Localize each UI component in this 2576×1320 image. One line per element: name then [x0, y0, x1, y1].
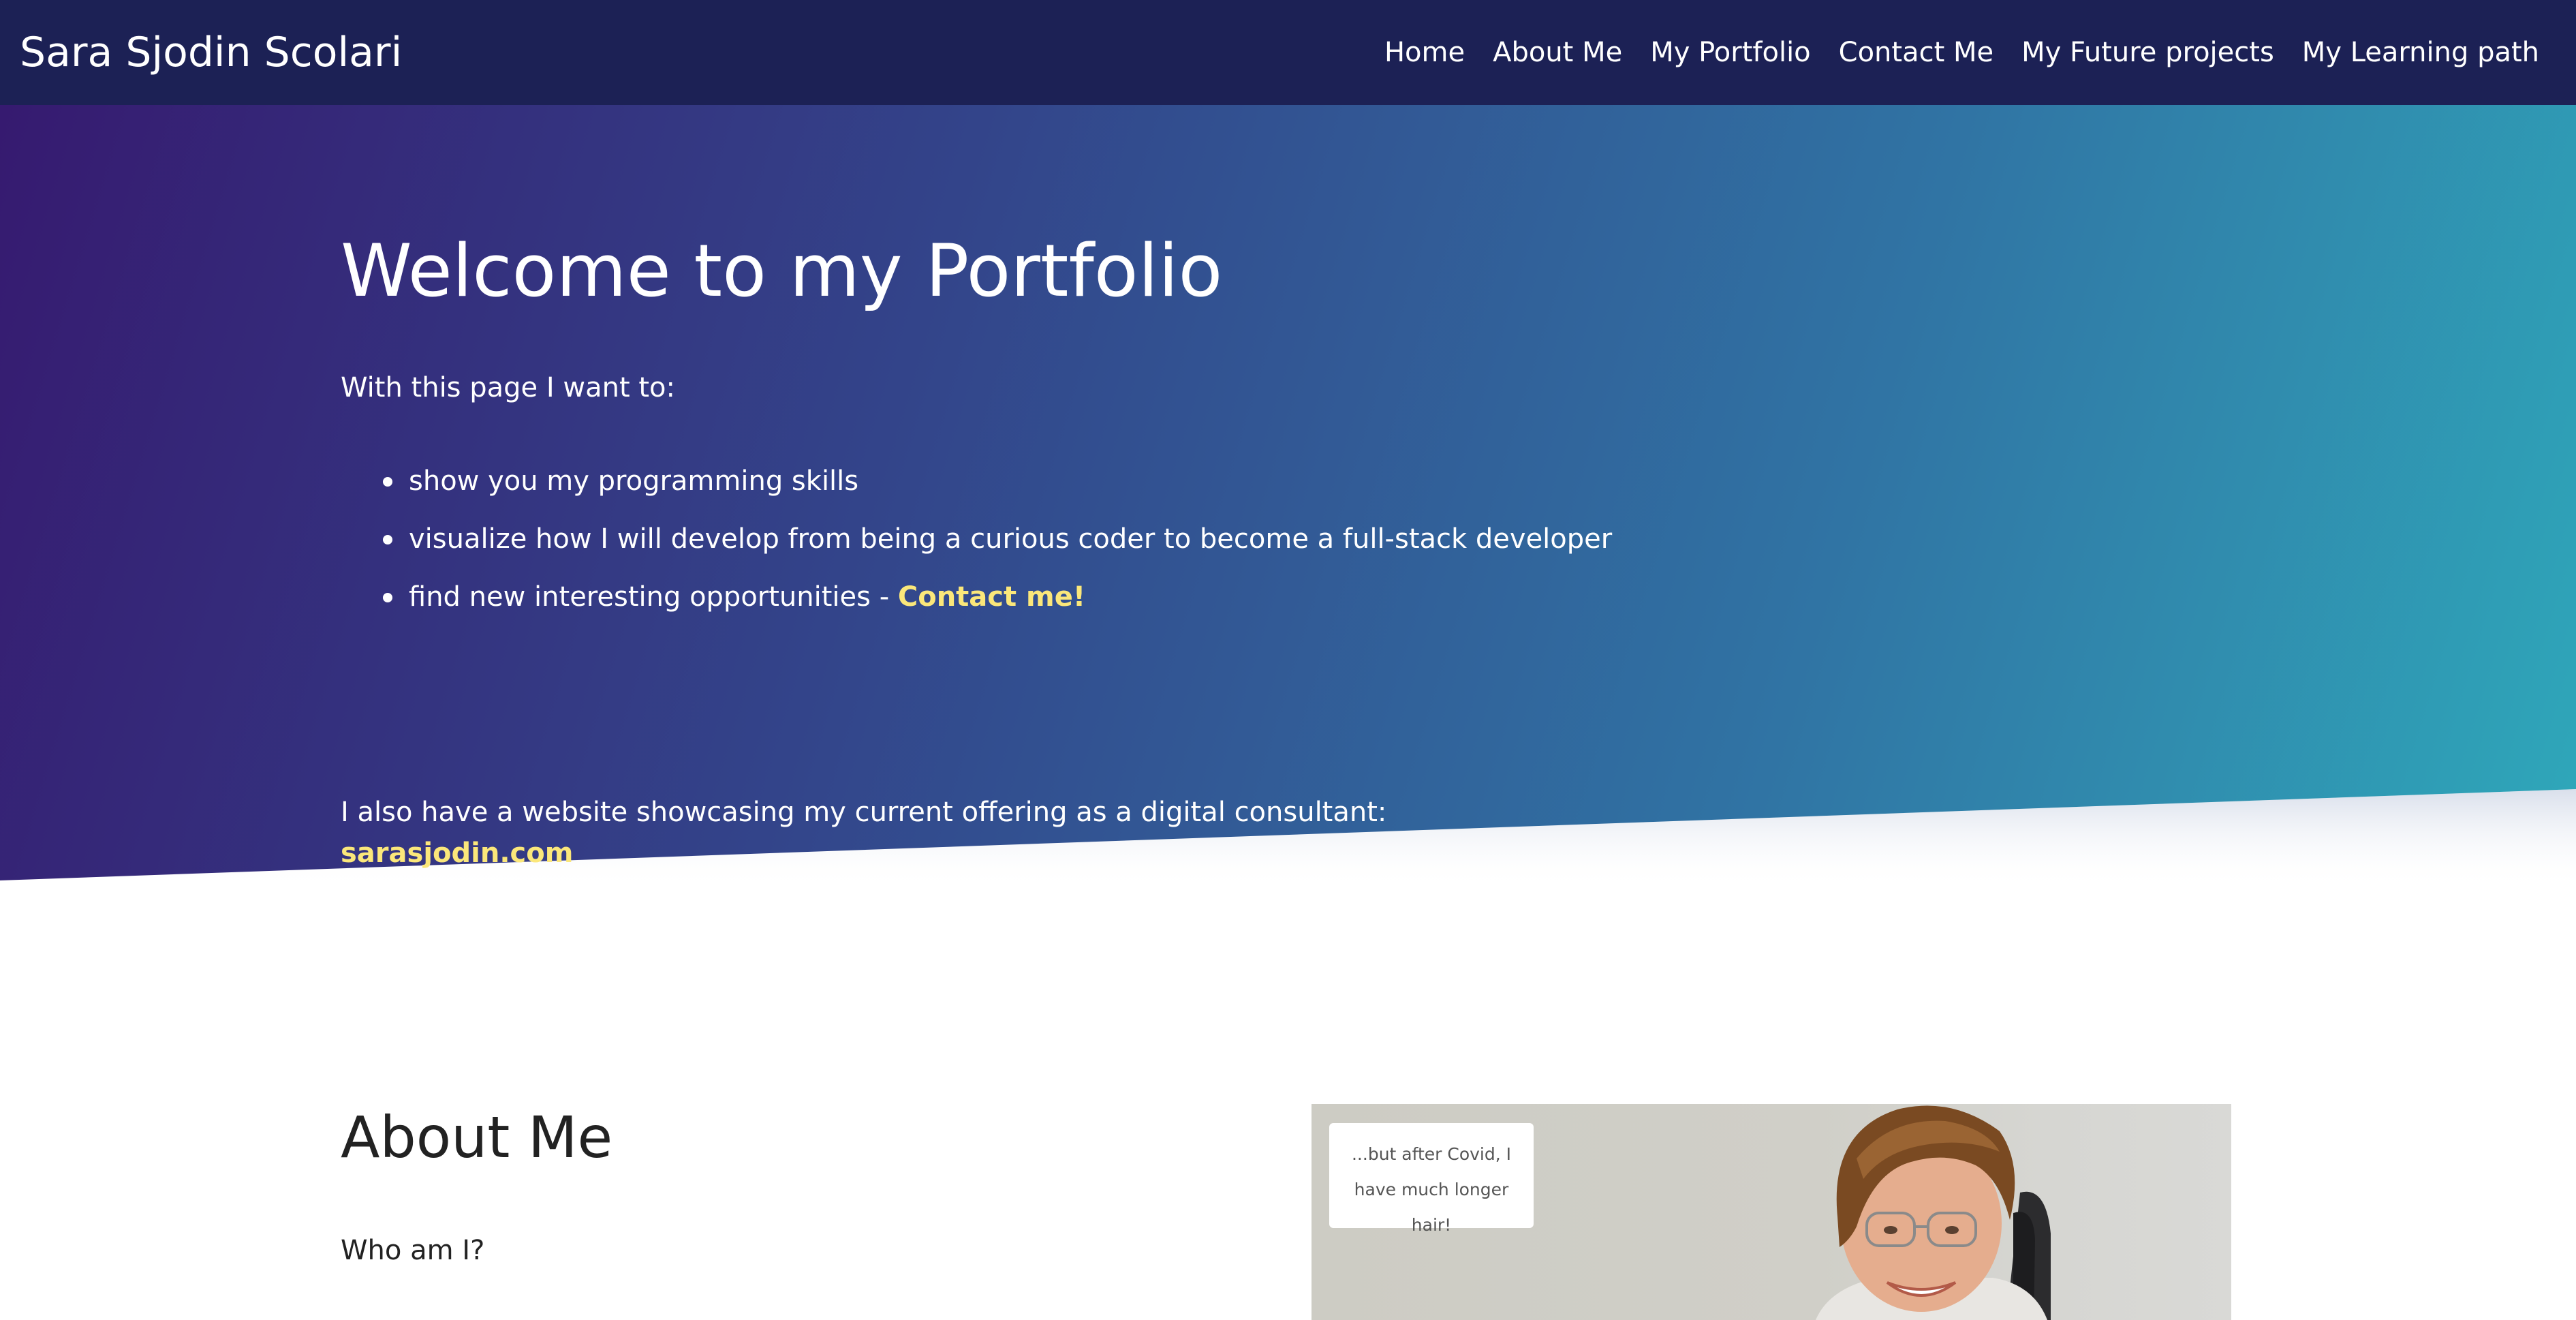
nav-link-home[interactable]: Home	[1384, 37, 1465, 68]
hero-outro-text: I also have a website showcasing my curr…	[341, 797, 1387, 828]
nav-links: Home About Me My Portfolio Contact Me My…	[1384, 0, 2539, 105]
nav-link-future-projects[interactable]: My Future projects	[2021, 37, 2274, 68]
hero-intro-text: With this page I want to:	[341, 372, 675, 403]
contact-me-link[interactable]: Contact me!	[898, 581, 1085, 613]
nav-link-my-portfolio[interactable]: My Portfolio	[1650, 37, 1810, 68]
photo-caption: ...but after Covid, I have much longer h…	[1329, 1123, 1534, 1235]
about-title: About Me	[341, 1104, 613, 1171]
bullet-icon	[383, 593, 392, 602]
website-link[interactable]: sarasjodin.com	[341, 838, 573, 869]
list-item-text: show you my programming skills	[409, 465, 859, 497]
list-item: visualize how I will develop from being …	[341, 510, 1612, 568]
nav-link-contact-me[interactable]: Contact Me	[1839, 37, 1993, 68]
list-item-text: visualize how I will develop from being …	[409, 523, 1613, 555]
hero-goals-list: show you my programming skills visualize…	[341, 452, 1612, 626]
bullet-icon	[383, 477, 392, 487]
navbar: Sara Sjodin Scolari Home About Me My Por…	[0, 0, 2576, 105]
nav-link-learning-path[interactable]: My Learning path	[2302, 37, 2539, 68]
brand-link[interactable]: Sara Sjodin Scolari	[20, 0, 402, 105]
hero-title: Welcome to my Portfolio	[341, 229, 1223, 313]
bullet-icon	[383, 535, 392, 544]
list-item-text: find new interesting opportunities -	[409, 581, 898, 613]
nav-link-about-me[interactable]: About Me	[1493, 37, 1622, 68]
list-item: find new interesting opportunities - Con…	[341, 568, 1612, 626]
list-item: show you my programming skills	[341, 452, 1612, 510]
profile-photo: ...but after Covid, I have much longer h…	[1312, 1104, 2231, 1320]
about-subtitle: Who am I?	[341, 1235, 485, 1266]
